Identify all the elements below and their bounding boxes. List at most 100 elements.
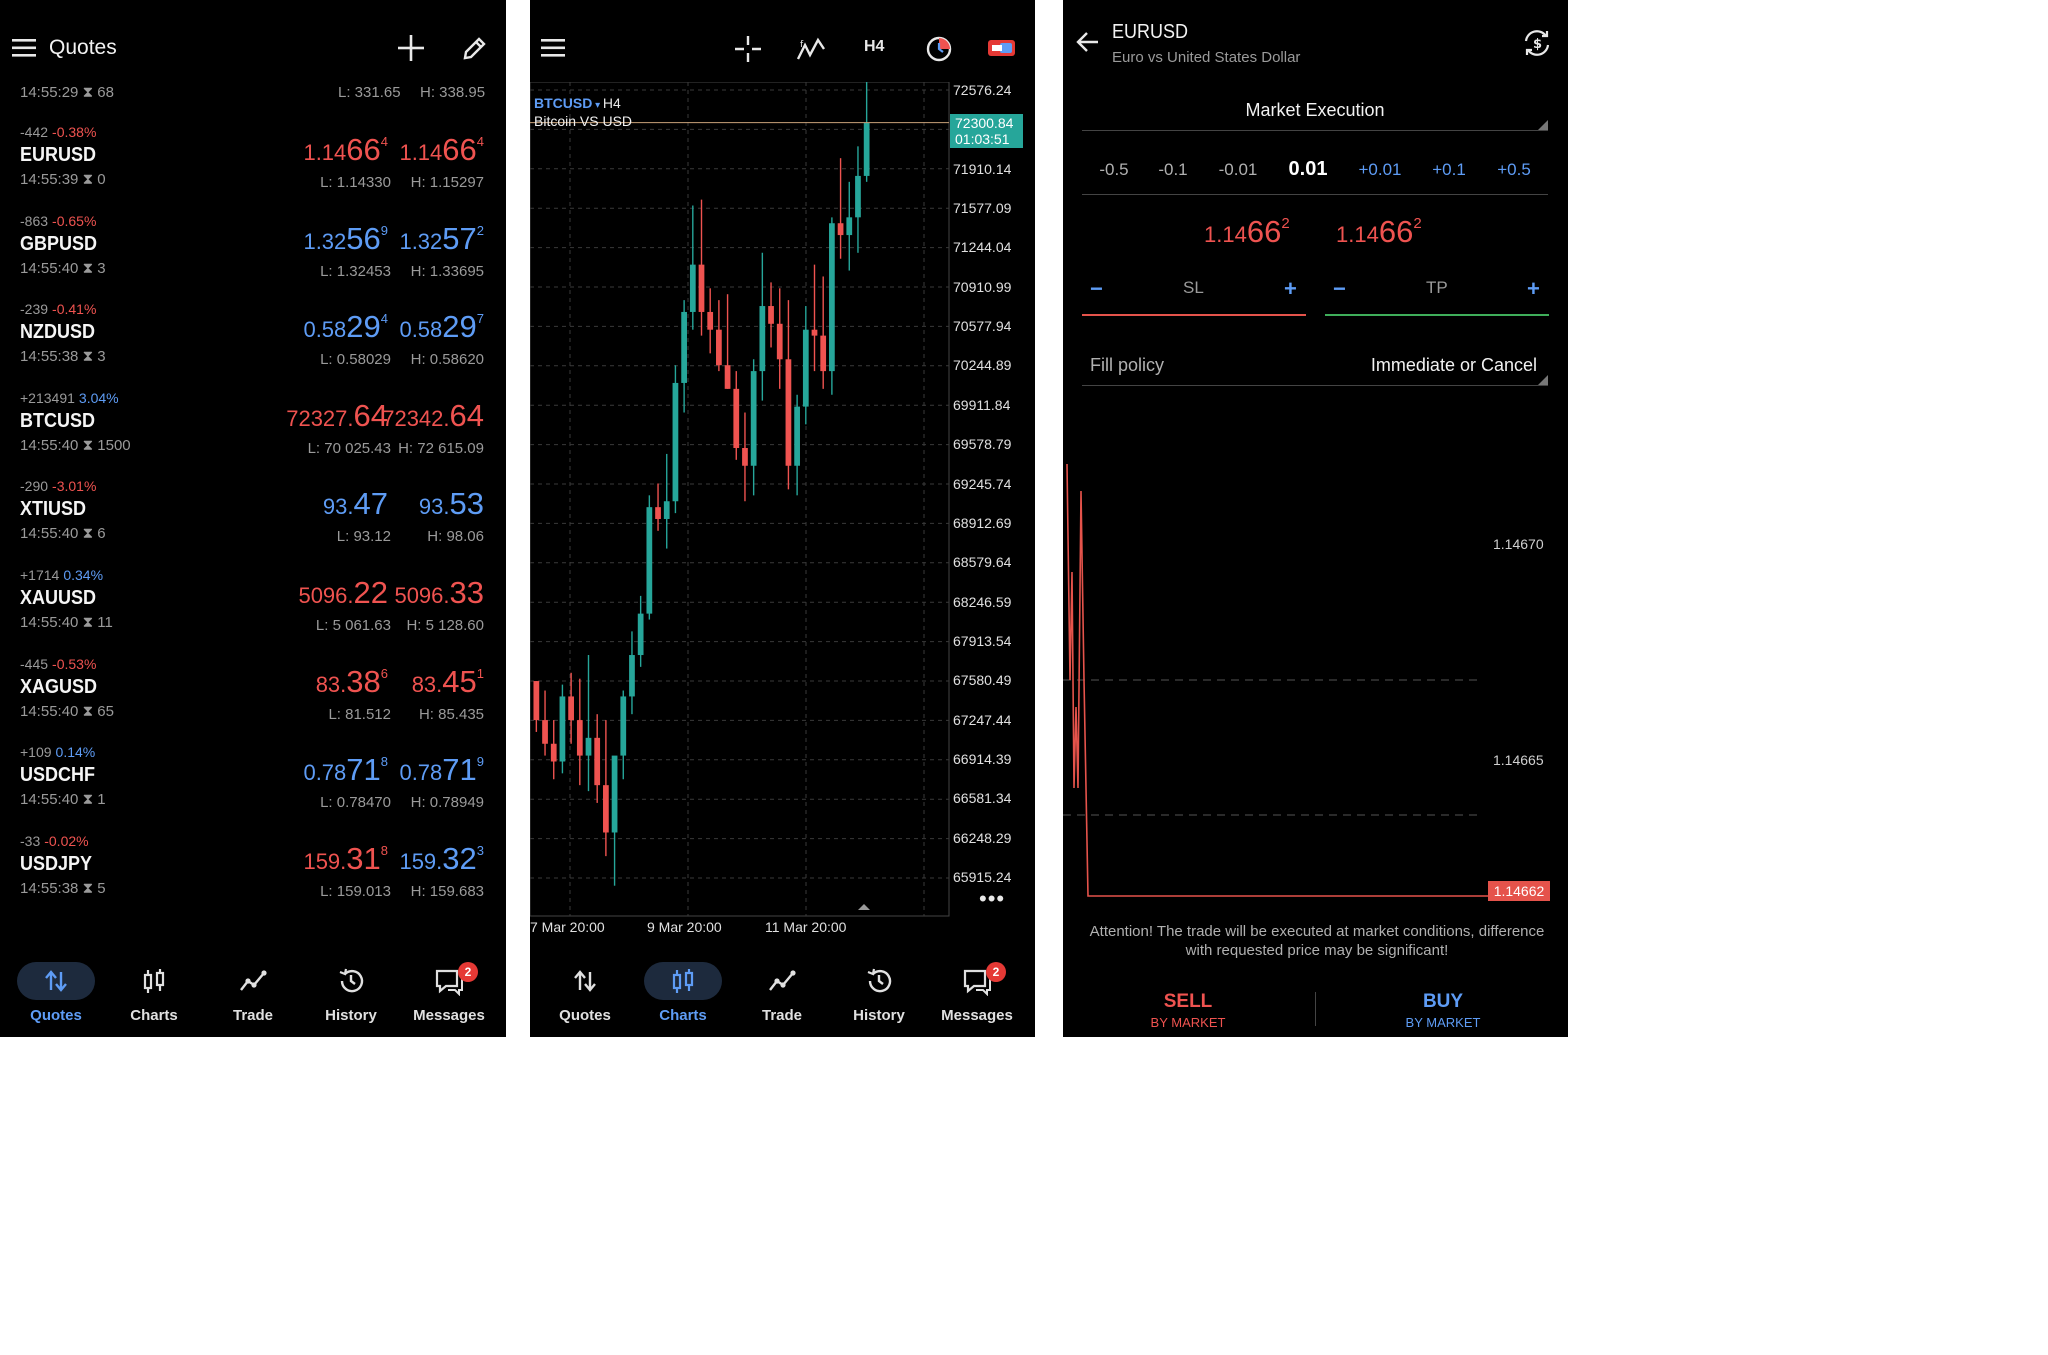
quote-symbol: EURUSD bbox=[20, 144, 97, 166]
change-points: -445 bbox=[20, 655, 49, 672]
candle-body bbox=[533, 681, 540, 721]
quote-row-xagusd[interactable]: -445 -0.53% XAGUSD 14:55:40 ⧗ 65 83.386 83.45… bbox=[0, 656, 506, 744]
ask-price: 93.53 bbox=[419, 486, 484, 522]
sl-plus-button[interactable]: + bbox=[1284, 276, 1297, 302]
sell-sublabel: BY MARKET bbox=[1150, 1015, 1226, 1030]
volume-value[interactable]: 0.01 bbox=[1278, 158, 1338, 181]
price-pips: 38 bbox=[346, 663, 381, 699]
price-pips: 22 bbox=[353, 575, 388, 610]
candle-body bbox=[629, 655, 635, 697]
volume-step-button[interactable]: +0.1 bbox=[1419, 160, 1479, 180]
spread: 3 bbox=[97, 259, 106, 277]
nav-history[interactable]: History bbox=[302, 950, 400, 1037]
menu-icon[interactable] bbox=[541, 38, 567, 58]
sl-minus-button[interactable]: − bbox=[1090, 276, 1103, 302]
back-arrow-icon[interactable] bbox=[1076, 30, 1102, 54]
volume-step-button[interactable]: -0.01 bbox=[1208, 160, 1268, 180]
quote-change: -33 -0.02% bbox=[20, 833, 89, 849]
volume-step-button[interactable]: +0.01 bbox=[1350, 160, 1410, 180]
tp-plus-button[interactable]: + bbox=[1527, 276, 1540, 302]
quote-time: 14:55:40 ⧗ 3 bbox=[20, 260, 106, 277]
candle-body bbox=[802, 329, 809, 407]
buy-button[interactable]: BUY BY MARKET bbox=[1318, 991, 1568, 1030]
change-percent: -0.02% bbox=[44, 832, 89, 849]
indicators-icon[interactable]: f bbox=[796, 35, 826, 63]
quote-row-usdchf[interactable]: +109 0.14% USDCHF 14:55:40 ⧗ 1 0.78718 0.7871… bbox=[0, 744, 506, 832]
spread: 11 bbox=[97, 614, 113, 631]
y-tick-label: 71910.14 bbox=[953, 160, 1012, 177]
y-tick-label: 70910.99 bbox=[953, 278, 1012, 295]
price-pips: 66 bbox=[442, 132, 477, 167]
volume-step-button[interactable]: +0.5 bbox=[1484, 160, 1544, 180]
nav-label: Quotes bbox=[30, 1007, 82, 1024]
quote-row-btcusd[interactable]: +213491 3.04% BTCUSD 14:55:40 ⧗ 1500 72327.6… bbox=[0, 390, 506, 478]
quote-row-gbpusd[interactable]: -863 -0.65% GBPUSD 14:55:40 ⧗ 3 1.32569 1.325… bbox=[0, 213, 506, 301]
quotes-screen: Quotes 14:55:29 ⧗ 68 L: 331.65 H: 338.95… bbox=[0, 0, 506, 1037]
nav-quotes[interactable]: Quotes bbox=[536, 950, 634, 1037]
select-corner-icon bbox=[1538, 120, 1548, 130]
sell-button[interactable]: SELL BY MARKET bbox=[1063, 991, 1313, 1030]
tp-underline bbox=[1325, 314, 1549, 316]
messages-badge: 2 bbox=[986, 962, 1006, 982]
tp-minus-button[interactable]: − bbox=[1333, 276, 1346, 302]
quote-change: -442 -0.38% bbox=[20, 124, 96, 140]
clock-period-icon[interactable] bbox=[925, 35, 953, 63]
bid-price: 5096.22 bbox=[298, 575, 388, 611]
nav-trade[interactable]: Trade bbox=[733, 950, 831, 1037]
chart-frame bbox=[530, 82, 950, 917]
spread-icon: ⧗ bbox=[82, 879, 94, 897]
quote-row-xauusd[interactable]: +1714 0.34% XAUUSD 14:55:40 ⧗ 11 5096.22 5096… bbox=[0, 567, 506, 655]
nav-history[interactable]: History bbox=[830, 950, 928, 1037]
candle-body bbox=[785, 359, 792, 466]
price-prefix: 159. bbox=[399, 848, 443, 874]
high-price: H: 85.435 bbox=[418, 705, 484, 723]
price-fraction: 9 bbox=[380, 222, 388, 238]
quote-symbol: XAGUSD bbox=[20, 675, 98, 698]
nav-messages[interactable]: 2 Messages bbox=[928, 950, 1026, 1037]
more-icon[interactable]: ••• bbox=[979, 886, 1005, 912]
time: 14:55:38 bbox=[20, 348, 79, 366]
low-price: L: 5 061.63 bbox=[315, 617, 391, 634]
trade-toggle-icon[interactable] bbox=[987, 37, 1017, 59]
svg-text:$: $ bbox=[1533, 37, 1542, 52]
nav-label: Messages bbox=[413, 1007, 485, 1024]
nav-charts[interactable]: Charts bbox=[105, 950, 203, 1037]
quote-row-xtiusd[interactable]: -290 -3.01% XTIUSD 14:55:40 ⧗ 6 93.47 93.53 L:… bbox=[0, 478, 506, 566]
edit-icon[interactable] bbox=[461, 34, 489, 62]
quote-row-eurusd[interactable]: -442 -0.38% EURUSD 14:55:39 ⧗ 0 1.14664 1.146… bbox=[0, 124, 506, 212]
price-pips: 71 bbox=[346, 752, 381, 788]
nav-charts[interactable]: Charts bbox=[634, 950, 732, 1037]
price-prefix: 0.78 bbox=[399, 760, 443, 786]
change-points: +109 bbox=[20, 744, 52, 761]
sell-price: 1.14662 bbox=[1204, 214, 1290, 250]
change-symbol-icon[interactable]: $ bbox=[1522, 28, 1552, 58]
volume-step-button[interactable]: -0.5 bbox=[1084, 160, 1144, 180]
price-prefix: 1.14 bbox=[1336, 222, 1379, 247]
candle-body bbox=[550, 743, 557, 762]
divider bbox=[1315, 992, 1316, 1026]
crosshair-icon[interactable] bbox=[734, 35, 762, 63]
quote-symbol: XTIUSD bbox=[20, 498, 87, 521]
add-icon[interactable] bbox=[397, 34, 425, 62]
high-price: H: 0.58620 bbox=[410, 351, 484, 369]
volume-step-button[interactable]: -0.1 bbox=[1143, 160, 1203, 180]
y-tick-label: 68912.69 bbox=[953, 514, 1012, 531]
quote-row-nzdusd[interactable]: -239 -0.41% NZDUSD 14:55:38 ⧗ 3 0.58294 0.582… bbox=[0, 301, 506, 389]
tick-chart bbox=[1063, 463, 1488, 897]
nav-quotes[interactable]: Quotes bbox=[7, 950, 105, 1037]
quote-row-usdjpy[interactable]: -33 -0.02% USDJPY 14:55:38 ⧗ 5 159.318 159.32… bbox=[0, 833, 506, 921]
nav-messages[interactable]: 2 Messages bbox=[400, 950, 498, 1037]
menu-icon[interactable] bbox=[12, 38, 38, 58]
chart-symbol-label[interactable]: BTCUSD ▾ H4 bbox=[534, 95, 621, 111]
candle-body bbox=[742, 448, 748, 466]
candle-body bbox=[820, 335, 827, 372]
price-prefix: 1.14 bbox=[399, 140, 443, 165]
y-tick-label: 70577.94 bbox=[953, 318, 1012, 335]
nav-trade[interactable]: Trade bbox=[204, 950, 302, 1037]
order-symbol-description: Euro vs United States Dollar bbox=[1112, 49, 1301, 66]
chart-description: Bitcoin VS USD bbox=[534, 113, 633, 129]
high-price: H: 1.15297 bbox=[410, 174, 484, 191]
y-tick-label: 72576.24 bbox=[953, 82, 1012, 98]
execution-mode-select[interactable]: Market Execution bbox=[1082, 100, 1548, 121]
timeframe-button[interactable]: H4 bbox=[864, 38, 884, 56]
